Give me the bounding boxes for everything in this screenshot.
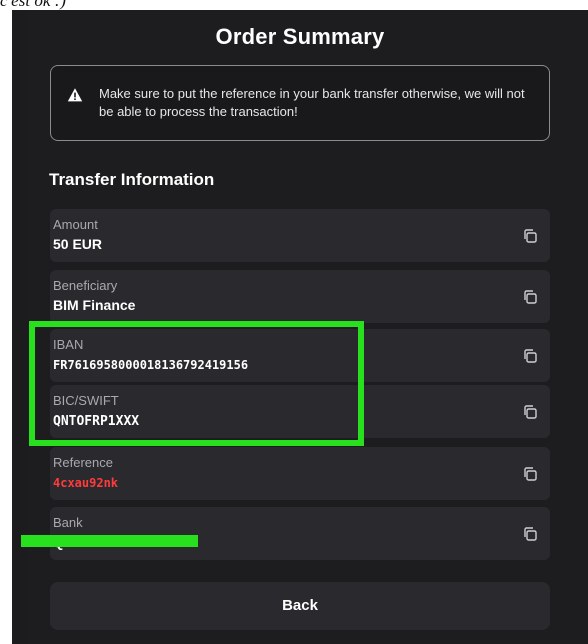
- copy-icon[interactable]: [522, 289, 538, 305]
- alert-text: Make sure to put the reference in your b…: [99, 86, 525, 119]
- order-summary-panel: Order Summary Make sure to put the refer…: [12, 10, 588, 644]
- amount-value: 50 EUR: [53, 236, 103, 252]
- green-redaction-bar: [21, 535, 198, 547]
- reference-row: Reference 4cxau92nk: [50, 447, 550, 500]
- beneficiary-label: Beneficiary: [53, 278, 118, 293]
- copy-icon[interactable]: [522, 228, 538, 244]
- beneficiary-value: BIM Finance: [53, 297, 136, 313]
- green-highlight-box: [29, 321, 364, 446]
- copy-icon[interactable]: [522, 404, 538, 420]
- reference-label: Reference: [53, 455, 113, 470]
- warning-alert: Make sure to put the reference in your b…: [50, 65, 550, 141]
- copy-icon[interactable]: [522, 526, 538, 542]
- bank-row: Bank QONTO: [50, 507, 550, 560]
- copy-icon[interactable]: [522, 348, 538, 364]
- warning-icon: [67, 88, 83, 102]
- amount-row: Amount 50 EUR: [50, 209, 550, 262]
- amount-label: Amount: [53, 217, 98, 232]
- copy-icon[interactable]: [522, 466, 538, 482]
- back-button[interactable]: Back: [50, 582, 550, 630]
- page-title: Order Summary: [215, 24, 385, 49]
- beneficiary-row: Beneficiary BIM Finance: [50, 270, 550, 323]
- reference-value: 4cxau92nk: [53, 476, 119, 490]
- bank-label: Bank: [53, 515, 83, 530]
- section-title: Transfer Information: [49, 170, 215, 189]
